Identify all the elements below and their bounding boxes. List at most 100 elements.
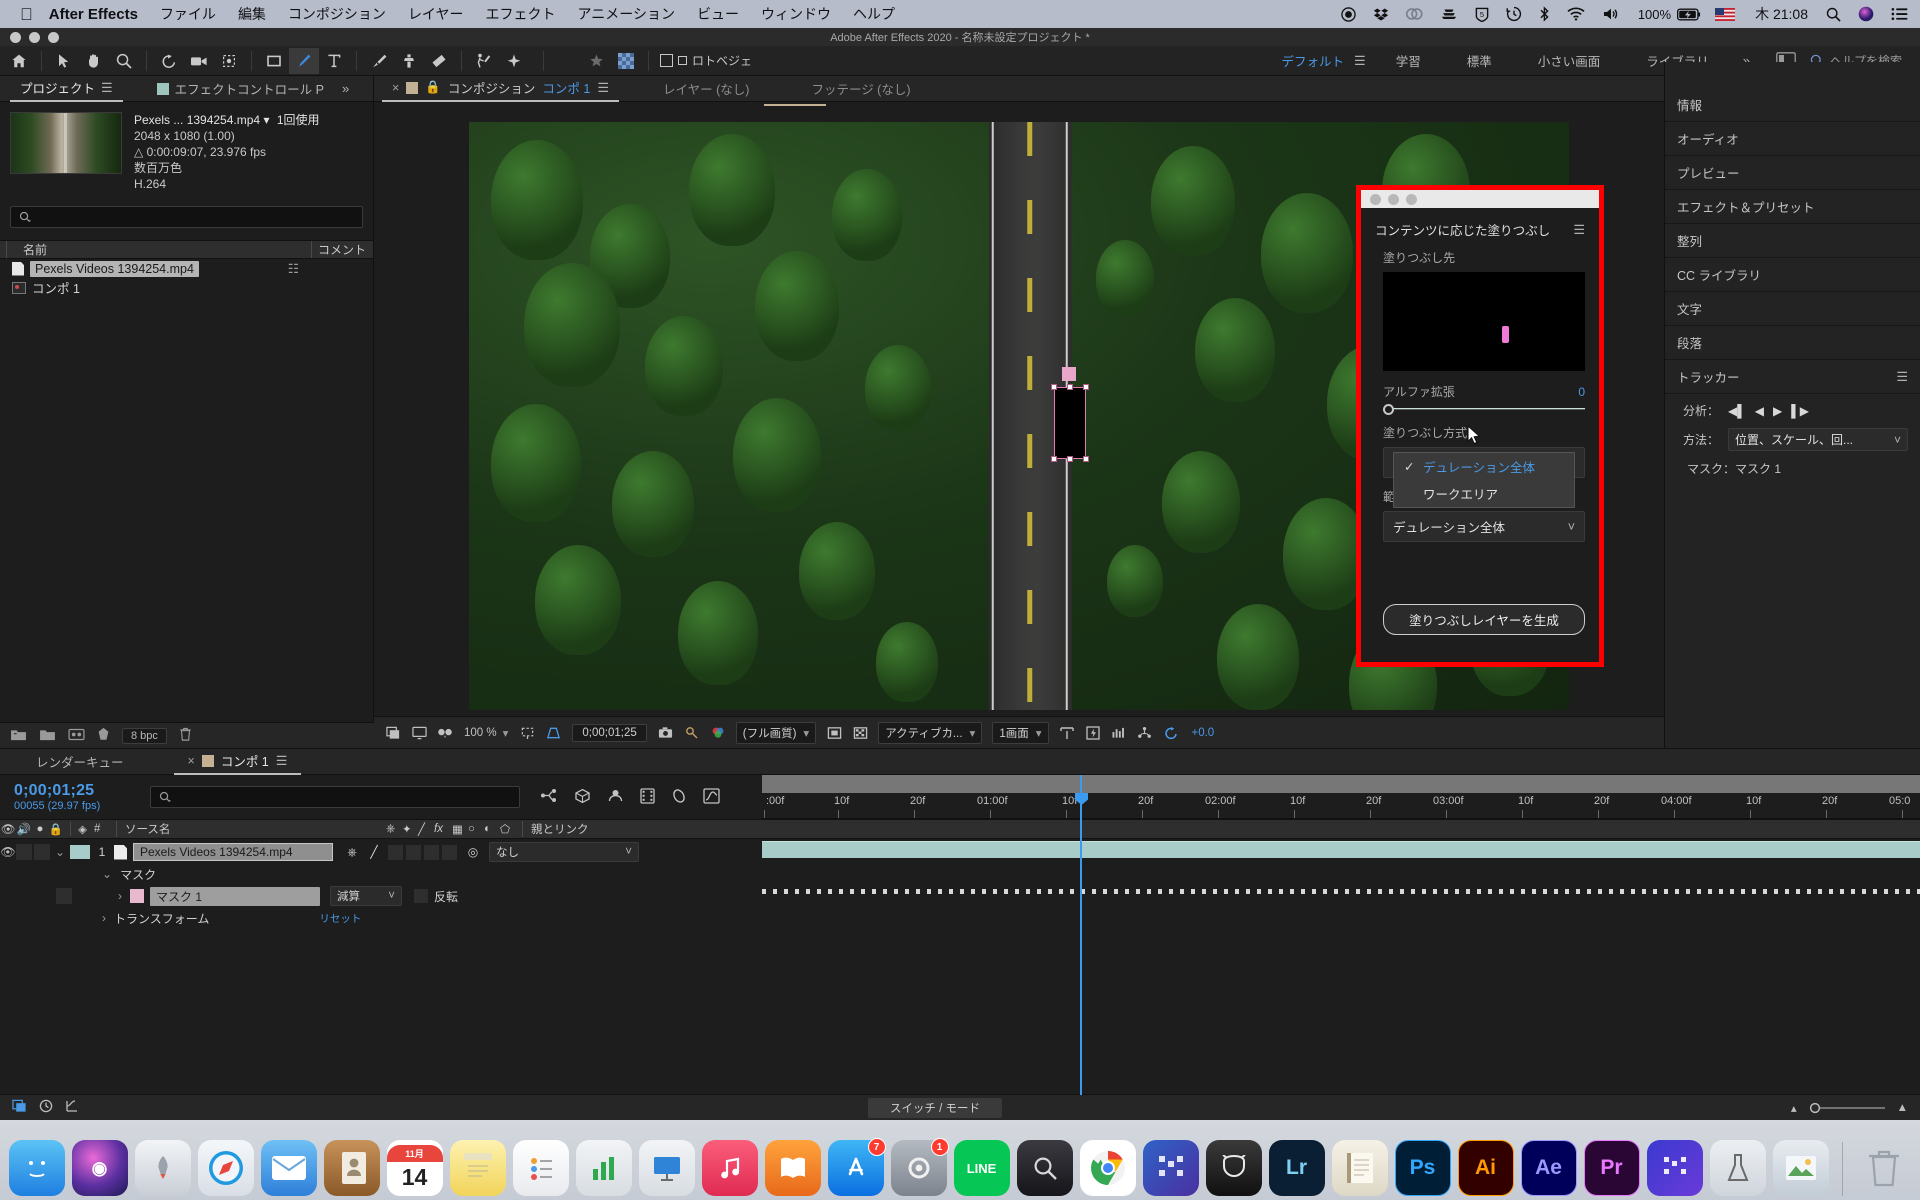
creative-cloud-icon[interactable]	[1405, 7, 1423, 21]
analyze-forward-1-frame-icon[interactable]: ▌▶	[1791, 404, 1809, 418]
dock-item-app-store[interactable]: 7	[827, 1138, 886, 1196]
clone-stamp-tool-icon[interactable]	[394, 48, 424, 74]
layer-adjustment-switch[interactable]	[442, 844, 457, 860]
puppet-pin-tool-icon[interactable]	[499, 48, 529, 74]
dock-item-reminders[interactable]	[512, 1140, 569, 1196]
new-folder-icon-2[interactable]	[39, 728, 56, 744]
dropbox-icon[interactable]	[1373, 7, 1389, 22]
frame-blending-icon[interactable]	[640, 787, 655, 807]
layer-parent-select[interactable]: なし ˅	[489, 842, 639, 862]
project-tabs-overflow-icon[interactable]: »	[342, 81, 349, 96]
timeline-zoom-slider[interactable]	[1807, 1102, 1887, 1114]
sidebar-item-paragraph[interactable]: 段落	[1665, 326, 1920, 360]
fx-icon[interactable]: fx	[434, 823, 452, 835]
pen-tool-icon[interactable]	[289, 47, 319, 74]
mask-group-chevron-icon[interactable]: ⌄	[102, 867, 112, 881]
sidebar-item-preview[interactable]: プレビュー	[1665, 156, 1920, 190]
close-icon[interactable]: ×	[392, 81, 399, 95]
analyze-backward-icon[interactable]: ◀	[1755, 404, 1764, 418]
sidebar-item-tracker[interactable]: トラッカー ☰	[1665, 360, 1920, 394]
graph-editor-icon[interactable]	[703, 787, 720, 807]
dock-item-photoshop[interactable]: Ps	[1394, 1140, 1451, 1196]
dock-item-notebook[interactable]	[1331, 1140, 1388, 1196]
menu-clock[interactable]: 木 21:08	[1755, 4, 1808, 24]
hand-tool-icon[interactable]	[79, 48, 109, 74]
mask-visibility-toggle[interactable]	[56, 888, 72, 904]
menu-view[interactable]: ビュー	[697, 4, 739, 24]
transparency-grid-icon[interactable]	[540, 720, 566, 746]
dock-item-contacts[interactable]	[323, 1140, 380, 1196]
speaker-icon[interactable]: 🔊	[16, 822, 32, 836]
draft-3d-icon[interactable]	[574, 788, 591, 807]
caf-alpha-expansion-slider[interactable]	[1383, 404, 1585, 415]
brush-tool-icon[interactable]	[364, 48, 394, 74]
table-row[interactable]: › トランスフォーム リセット	[0, 907, 762, 929]
timeline-ruler[interactable]: :00f 10f 20f 01:00f 10f 20f 02:00f 10f 2…	[762, 775, 1920, 819]
layer-shy-switch[interactable]: ⎈	[341, 845, 363, 860]
sidebar-item-cc-libraries[interactable]: CC ライブラリ	[1665, 258, 1920, 292]
toggle-switches-icon[interactable]	[12, 1099, 27, 1116]
control-center-icon[interactable]	[1891, 7, 1908, 21]
work-area-bar[interactable]	[762, 775, 1920, 793]
shield-5-icon[interactable]: 5	[1475, 7, 1489, 22]
eye-icon[interactable]: 👁	[0, 822, 16, 836]
window-minimize-button[interactable]	[29, 32, 40, 43]
menu-app-name[interactable]: After Effects	[49, 6, 138, 23]
toggle-switches-modes-button[interactable]: スイッチ / モード	[867, 1097, 1002, 1118]
workspace-learn[interactable]: 学習	[1396, 51, 1421, 70]
menu-file[interactable]: ファイル	[160, 4, 216, 24]
selection-tool-icon[interactable]	[49, 48, 79, 74]
window-close-button[interactable]	[10, 32, 21, 43]
mask-handle-tr[interactable]	[1083, 383, 1090, 390]
mask-visibility-icon[interactable]	[821, 720, 847, 746]
delete-icon[interactable]	[179, 727, 192, 744]
dock-item-lightroom[interactable]: Lr	[1268, 1140, 1325, 1196]
shape-tool-icon[interactable]	[259, 48, 289, 74]
sidebar-item-info[interactable]: 情報	[1665, 88, 1920, 122]
menu-animation[interactable]: アニメーション	[578, 4, 675, 24]
layer-eye-toggle[interactable]: 👁	[0, 845, 16, 859]
transform-chevron-icon[interactable]: ›	[102, 911, 106, 925]
tab-project[interactable]: プロジェクト ☰	[10, 76, 123, 102]
caf-minimize-button[interactable]	[1388, 193, 1399, 205]
caf-generate-fill-layer-button[interactable]: 塗りつぶしレイヤーを生成	[1383, 604, 1585, 635]
apple-icon[interactable]: 	[20, 6, 33, 23]
caf-range-select[interactable]: デュレーション全体 ˅	[1383, 511, 1585, 542]
dock-item-mail[interactable]	[260, 1140, 317, 1196]
tab-effect-controls[interactable]: エフェクトコントロール P	[147, 76, 334, 102]
slider-knob[interactable]	[1383, 404, 1394, 415]
panel-menu-icon[interactable]: ☰	[1896, 369, 1908, 385]
dock-item-finder[interactable]	[8, 1140, 65, 1196]
dock-item-after-effects[interactable]: Ae	[1520, 1140, 1577, 1196]
backup-icon[interactable]	[1440, 7, 1458, 21]
project-search-input[interactable]	[10, 206, 363, 228]
close-icon[interactable]: ×	[188, 754, 195, 768]
panel-menu-icon[interactable]: ☰	[1573, 222, 1585, 238]
mask-handle-bc[interactable]	[1067, 455, 1074, 462]
mask-keyframes-row[interactable]	[762, 889, 1920, 894]
text-tool-icon[interactable]	[319, 48, 349, 74]
caf-close-button[interactable]	[1370, 193, 1381, 205]
zoom-tool-icon[interactable]	[109, 48, 139, 74]
mask-handle-tc[interactable]	[1067, 383, 1074, 390]
layer-frameblend-switch[interactable]	[406, 844, 421, 860]
quality-icon[interactable]: ╱	[418, 822, 434, 836]
dock-item-blender[interactable]	[1205, 1140, 1262, 1196]
new-folder-icon[interactable]	[10, 728, 27, 744]
time-machine-icon[interactable]	[1506, 6, 1522, 22]
layer-3d-switch[interactable]: ◎	[463, 845, 483, 859]
solo-icon[interactable]: ●	[32, 823, 48, 835]
camera-tool-icon[interactable]	[184, 48, 214, 74]
panel-menu-icon[interactable]: ☰	[101, 80, 113, 96]
project-settings-icon[interactable]	[68, 728, 85, 744]
motion-blur-icon[interactable]	[671, 788, 687, 807]
menu-layer[interactable]: レイヤー	[408, 4, 464, 24]
us-flag-icon[interactable]	[1715, 7, 1736, 21]
fast-previews-icon[interactable]	[1080, 720, 1106, 746]
siri-icon[interactable]	[1858, 6, 1874, 22]
layer-name-field[interactable]: Pexels Videos 1394254.mp4	[133, 843, 333, 861]
tab-footage[interactable]: フッテージ (なし)	[801, 76, 920, 102]
label-icon[interactable]: ◈	[70, 822, 94, 836]
layer-track-bar[interactable]	[762, 841, 1920, 858]
panel-menu-icon[interactable]: ☰	[597, 80, 609, 96]
